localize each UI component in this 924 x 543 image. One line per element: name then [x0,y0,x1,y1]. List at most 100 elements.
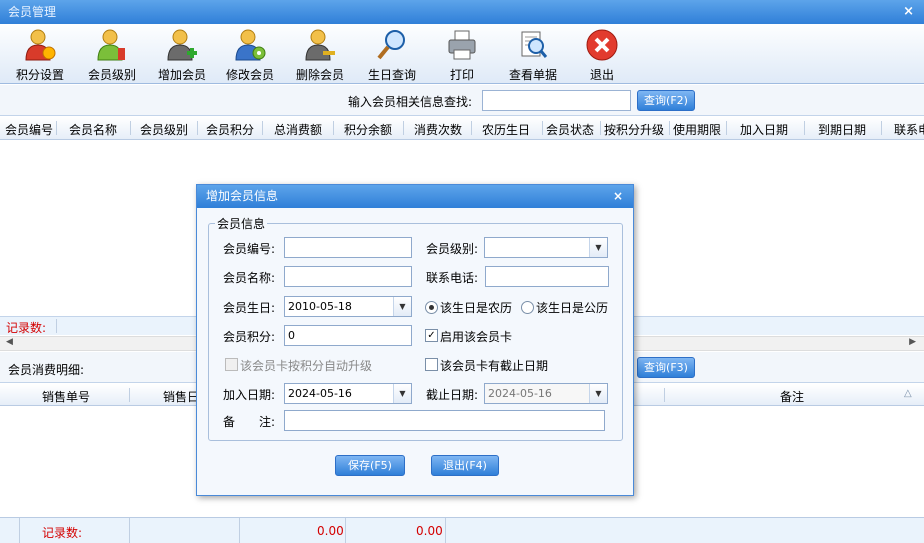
member-no-label: 会员编号: [223,242,276,256]
footer-amount: 0.00 [317,524,344,538]
toolbar-label: 打印 [449,68,474,82]
chevron-down-icon[interactable]: ▼ [589,238,607,257]
join-date-picker[interactable]: 2024-05-16 ▼ [284,383,412,404]
print-button[interactable]: 打印 [434,28,490,84]
exit-button[interactable]: 退出 [578,28,626,84]
end-date-label: 截止日期: [426,388,479,402]
dialog-exit-button[interactable]: 退出(F4) [431,455,499,476]
remark-field[interactable] [284,410,605,431]
footer-record-label: 记录数: [42,526,83,540]
birthday-query-button[interactable]: 生日查询 [364,28,420,84]
points-label: 会员积分: [223,330,276,344]
enable-card-checkbox[interactable]: ✓ [425,329,438,342]
window-titlebar: 会员管理 × [0,0,924,24]
column-header[interactable]: 会员名称 [69,121,117,138]
has-expiry-checkbox[interactable] [425,358,438,371]
toolbar-label: 积分设置 [15,68,64,82]
column-header[interactable]: 农历生日 [482,121,530,138]
toolbar-label: 修改会员 [225,68,274,82]
column-header[interactable]: 按积分升级 [604,121,664,138]
chevron-down-icon[interactable]: ▼ [589,384,607,403]
phone-field[interactable] [485,266,609,287]
toolbar-label: 查看单据 [508,68,557,82]
record-count-label: 记录数: [6,321,47,335]
end-date-picker[interactable]: 2024-05-16 ▼ [484,383,608,404]
edit-member-button[interactable]: 修改会员 [222,28,278,84]
column-header[interactable]: 消费次数 [414,121,462,138]
lunar-label: 该生日是农历 [440,301,513,315]
solar-radio[interactable] [521,301,534,314]
member-level-select[interactable]: ▼ [484,237,608,258]
auto-upgrade-label: 该会员卡按积分自动升级 [240,359,373,373]
column-header[interactable]: 加入日期 [740,121,788,138]
member-no-field[interactable] [284,237,412,258]
points-settings-button[interactable]: 积分设置 [12,28,68,84]
member-table-header: 会员编号 会员名称 会员级别 会员积分 总消费额 积分余额 消费次数 农历生日 … [0,117,924,140]
member-level-label: 会员级别: [426,242,479,256]
column-header[interactable]: 会员编号 [5,121,53,138]
member-name-field[interactable] [284,266,412,287]
toolbar-label: 删除会员 [295,68,344,82]
search-bar: 输入会员相关信息查找: 查询(F2) [0,85,924,116]
detail-footer: 记录数: 0.00 0.00 [0,517,924,543]
birthday-value: 2010-05-18 [288,300,352,313]
column-header[interactable]: 到期日期 [818,121,866,138]
column-header[interactable]: 积分余额 [344,121,392,138]
search-query-button[interactable]: 查询(F2) [637,90,695,111]
scroll-right-icon[interactable]: ▶ [909,337,916,347]
member-level-button[interactable]: 会员级别 [84,28,140,84]
dialog-title: 增加会员信息 [206,189,279,203]
column-header[interactable]: 销售单号 [42,388,90,405]
edit-member-icon [233,28,267,62]
chevron-down-icon[interactable]: ▼ [393,297,411,316]
dialog-titlebar: 增加会员信息 × [197,185,633,208]
toolbar-label: 会员级别 [87,68,136,82]
column-header[interactable]: 会员积分 [206,121,254,138]
add-member-dialog: 增加会员信息 × 会员信息 会员编号: 会员级别: ▼ 会员名称: 联系电话: … [196,184,634,496]
column-header[interactable]: 联系电 [894,121,924,138]
member-info-group: 会员信息 会员编号: 会员级别: ▼ 会员名称: 联系电话: 会员生日: 201… [208,215,623,441]
solar-label: 该生日是公历 [536,301,609,315]
group-legend: 会员信息 [215,215,268,232]
add-member-button[interactable]: 增加会员 [154,28,210,84]
window-close-icon[interactable]: × [903,0,914,24]
search-input[interactable] [482,90,631,111]
join-date-label: 加入日期: [223,388,276,402]
printer-icon [445,28,479,62]
join-date-value: 2024-05-16 [288,387,352,400]
chevron-down-icon[interactable]: ▼ [393,384,411,403]
points-settings-icon [23,28,57,62]
view-receipt-icon [516,28,550,62]
scroll-left-icon[interactable]: ◀ [6,337,13,347]
toolbar-label: 增加会员 [157,68,206,82]
detail-label: 会员消费明细: [8,363,85,377]
end-date-value: 2024-05-16 [488,387,552,400]
detail-query-button[interactable]: 查询(F3) [637,357,695,378]
sort-up-icon[interactable]: △ [904,388,912,399]
birthday-picker[interactable]: 2010-05-18 ▼ [284,296,412,317]
footer-amount: 0.00 [416,524,443,538]
column-header[interactable]: 总消费额 [274,121,322,138]
delete-member-button[interactable]: 删除会员 [292,28,348,84]
delete-member-icon [303,28,337,62]
toolbar-label: 退出 [589,68,614,82]
enable-card-label: 启用该会员卡 [440,330,513,344]
member-level-icon [95,28,129,62]
column-header[interactable]: 会员级别 [140,121,188,138]
auto-upgrade-checkbox[interactable] [225,358,238,371]
dialog-close-icon[interactable]: × [613,185,623,208]
column-header[interactable]: 销售日 [163,388,199,405]
phone-label: 联系电话: [426,271,479,285]
lunar-radio[interactable] [425,301,438,314]
magnifier-icon [375,28,409,62]
view-receipt-button[interactable]: 查看单据 [504,28,562,84]
column-header[interactable]: 会员状态 [546,121,594,138]
save-button[interactable]: 保存(F5) [335,455,405,476]
exit-icon [585,28,619,62]
has-expiry-label: 该会员卡有截止日期 [440,359,549,373]
column-header[interactable]: 备注 [780,388,804,405]
remark-label: 备 注: [223,415,276,429]
window-title: 会员管理 [8,5,57,19]
points-field[interactable]: 0 [284,325,412,346]
column-header[interactable]: 使用期限 [673,121,721,138]
